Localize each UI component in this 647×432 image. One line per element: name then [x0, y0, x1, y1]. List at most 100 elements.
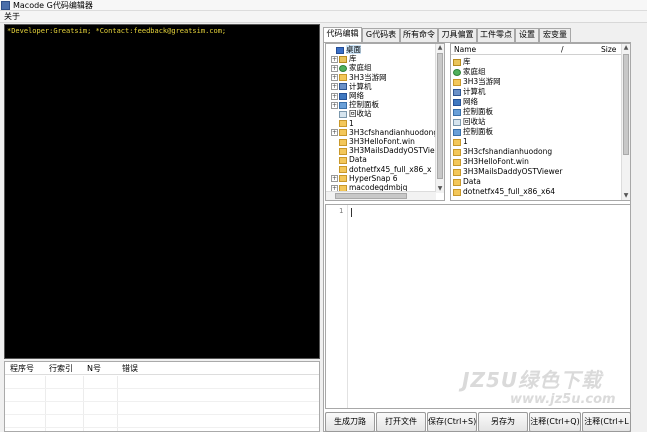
- menu-bar: 关于: [0, 11, 647, 23]
- file-name: 3H3当游网: [463, 77, 501, 86]
- save-as-button[interactable]: 另存为: [478, 412, 528, 432]
- folder-icon: [453, 168, 461, 176]
- tree-item-label: 3H3cfshandianhuodong: [349, 127, 439, 137]
- tab-code-edit[interactable]: 代码编辑: [323, 27, 362, 42]
- expand-icon[interactable]: +: [331, 55, 338, 63]
- line-number-gutter: 1: [326, 205, 348, 408]
- column-program-number[interactable]: 程序号: [10, 363, 34, 374]
- list-item[interactable]: 网络: [453, 97, 478, 107]
- expand-icon[interactable]: +: [331, 74, 338, 82]
- column-size[interactable]: Size: [601, 44, 616, 55]
- column-error[interactable]: 错误: [122, 363, 138, 374]
- sort-indicator: /: [561, 45, 564, 54]
- file-name: 控制面板: [463, 127, 493, 136]
- control-panel-icon: [453, 108, 461, 116]
- expand-icon[interactable]: +: [331, 92, 338, 100]
- list-item[interactable]: 库: [453, 57, 471, 67]
- desktop-icon: [336, 46, 344, 54]
- tab-bar: 代码编辑 G代码表 所有命令 刀具偏置 工件零点 设置 宏变量: [323, 27, 631, 42]
- app-icon: [1, 1, 10, 10]
- file-name: 3H3cfshandianhuodong: [463, 147, 553, 156]
- file-name: 网络: [463, 97, 478, 106]
- list-item[interactable]: 控制面板: [453, 127, 493, 137]
- folder-icon: [339, 147, 347, 155]
- text-caret: [351, 208, 352, 217]
- list-item[interactable]: 计算机: [453, 87, 486, 97]
- uncomment-button[interactable]: 注释(Ctrl+L: [582, 412, 631, 432]
- tree-vertical-scrollbar[interactable]: ▲ ▼: [435, 44, 444, 193]
- file-name: 库: [463, 57, 471, 66]
- tab-tool-offset[interactable]: 刀具偏置: [438, 28, 477, 42]
- scrollbar-thumb[interactable]: [623, 54, 629, 155]
- tab-gcode-table[interactable]: G代码表: [362, 28, 400, 42]
- tab-macro-variables[interactable]: 宏变量: [539, 28, 571, 42]
- list-item[interactable]: 回收站: [453, 117, 486, 127]
- scrollbar-thumb[interactable]: [335, 193, 407, 199]
- network-icon: [339, 92, 347, 100]
- scroll-down-icon[interactable]: ▼: [622, 192, 630, 200]
- table-row: [5, 389, 319, 402]
- error-rows: [5, 376, 319, 431]
- tab-settings[interactable]: 设置: [515, 28, 539, 42]
- tree-item-label: 3H3MailsDaddyOSTViewer: [349, 146, 445, 156]
- folder-icon: [339, 166, 347, 174]
- homegroup-icon: [453, 68, 461, 76]
- comment-button[interactable]: 注释(Ctrl+Q): [529, 412, 581, 432]
- control-panel-icon: [453, 128, 461, 136]
- list-item[interactable]: 家庭组: [453, 67, 486, 77]
- code-editor[interactable]: 1: [325, 204, 631, 409]
- tree-item-label: HyperSnap 6: [349, 173, 398, 183]
- list-item[interactable]: Data: [453, 177, 481, 187]
- list-item[interactable]: dotnetfx45_full_x86_x64: [453, 187, 555, 197]
- folder-icon: [339, 129, 347, 137]
- file-list[interactable]: Name / Size 库家庭组 3H3当游网 计算机 网络 控制面板 回收站 控制面板 1 3…: [450, 43, 631, 201]
- column-line-index[interactable]: 行索引: [49, 363, 73, 374]
- list-item[interactable]: 1: [453, 137, 468, 147]
- folder-icon: [339, 120, 347, 128]
- folder-icon: [453, 78, 461, 86]
- list-item[interactable]: 控制面板: [453, 107, 493, 117]
- file-name: 3H3HelloFont.win: [463, 157, 529, 166]
- expand-icon[interactable]: +: [331, 129, 338, 137]
- file-name: 1: [463, 137, 468, 146]
- column-name[interactable]: Name: [454, 44, 476, 55]
- tree-horizontal-scrollbar[interactable]: [326, 191, 436, 200]
- console-output: *Developer:Greatsim; *Contact:feedback@g…: [4, 24, 320, 359]
- scrollbar-thumb[interactable]: [437, 53, 443, 179]
- list-item[interactable]: 3H3HelloFont.win: [453, 157, 529, 167]
- error-list-header: 程序号 行索引 N号 错误: [5, 362, 319, 375]
- folder-icon: [453, 158, 461, 166]
- scroll-up-icon[interactable]: ▲: [622, 44, 630, 52]
- open-file-button[interactable]: 打开文件: [376, 412, 426, 432]
- expand-icon[interactable]: +: [331, 83, 338, 91]
- folder-icon: [453, 178, 461, 186]
- expand-icon[interactable]: +: [331, 101, 338, 109]
- console-text: *Developer:Greatsim; *Contact:feedback@g…: [7, 27, 227, 35]
- library-icon: [453, 58, 461, 66]
- tree-item-label: 1: [349, 118, 354, 128]
- tab-work-zero[interactable]: 工件零点: [477, 28, 515, 42]
- tree-item-label: 回收站: [349, 109, 372, 119]
- folder-tree[interactable]: 桌面 + 库 + 家庭组 +3H3当游网 + 计算机 + 网络 + 控制面板 回收站 1 +3H3cfsha…: [325, 43, 445, 201]
- save-button[interactable]: 保存(Ctrl+S): [427, 412, 477, 432]
- file-list-header: Name / Size: [451, 44, 623, 55]
- tree-item-label: 网络: [349, 91, 364, 100]
- scroll-up-icon[interactable]: ▲: [436, 44, 444, 52]
- folder-icon: [339, 138, 347, 146]
- file-name: 计算机: [463, 87, 486, 96]
- tree-item-label: 3H3当游网: [349, 72, 387, 82]
- menu-item-about[interactable]: 关于: [4, 11, 20, 23]
- file-list-vertical-scrollbar[interactable]: ▲ ▼: [621, 44, 630, 200]
- table-row: [5, 402, 319, 415]
- tree-item-label: 控制面板: [349, 100, 379, 110]
- expand-icon[interactable]: +: [331, 64, 338, 72]
- list-item[interactable]: 3H3MailsDaddyOSTViewer: [453, 167, 562, 177]
- expand-icon[interactable]: +: [331, 175, 338, 183]
- tab-all-commands[interactable]: 所有命令: [400, 28, 438, 42]
- list-item[interactable]: 3H3当游网: [453, 77, 501, 87]
- list-item[interactable]: 3H3cfshandianhuodong: [453, 147, 552, 157]
- scroll-down-icon[interactable]: ▼: [436, 185, 444, 193]
- column-n-number[interactable]: N号: [87, 363, 101, 374]
- generate-toolpath-button[interactable]: 生成刀路: [325, 412, 375, 432]
- file-name: 家庭组: [463, 67, 486, 76]
